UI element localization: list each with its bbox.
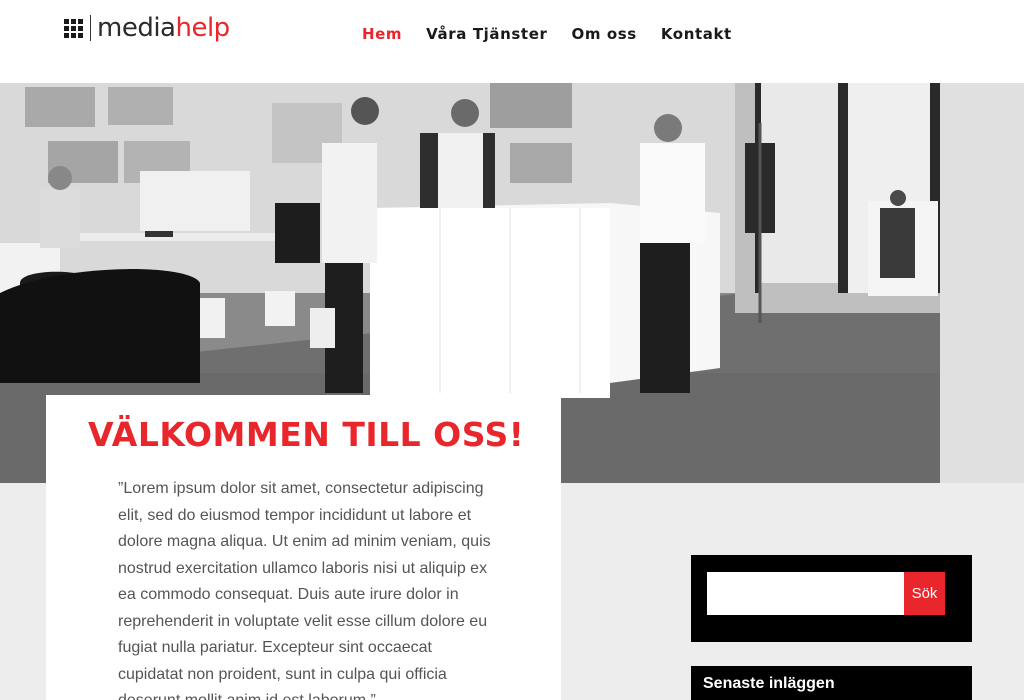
nav-item-hem[interactable]: Hem (362, 25, 402, 43)
logo-wordmark: mediahelp (97, 12, 230, 44)
welcome-card: VÄLKOMMEN TILL OSS! ”Lorem ipsum dolor s… (46, 395, 561, 700)
nav-item-kontakt[interactable]: Kontakt (661, 25, 732, 43)
search-input[interactable] (707, 572, 904, 615)
site-header: mediahelp Hem Våra Tjänster Om oss Konta… (0, 0, 1024, 83)
recent-posts-widget: Senaste inläggen (691, 666, 972, 700)
logo-text-help: help (175, 13, 230, 43)
main-nav: Hem Våra Tjänster Om oss Kontakt (362, 25, 732, 43)
search-widget: Sök (691, 555, 972, 642)
nav-item-vara-tjanster[interactable]: Våra Tjänster (426, 25, 547, 43)
logo-divider (90, 15, 91, 41)
search-button[interactable]: Sök (904, 572, 945, 615)
site-logo[interactable]: mediahelp (64, 12, 230, 44)
nav-item-om-oss[interactable]: Om oss (571, 25, 636, 43)
recent-posts-title: Senaste inläggen (703, 675, 835, 692)
grid-icon (64, 18, 83, 38)
logo-text-media: media (97, 13, 176, 43)
welcome-title: VÄLKOMMEN TILL OSS! (88, 415, 525, 454)
welcome-text: ”Lorem ipsum dolor sit amet, consectetur… (118, 480, 491, 700)
